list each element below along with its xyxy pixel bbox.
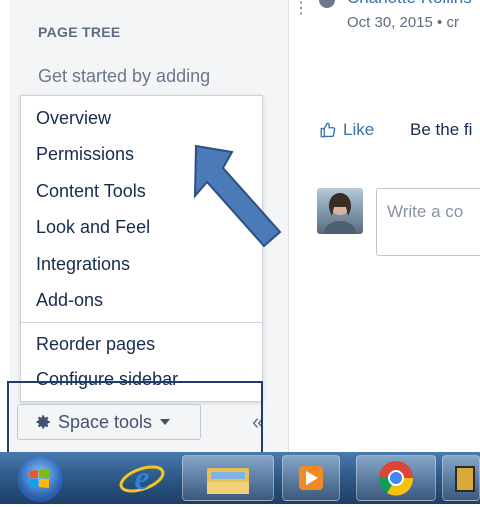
internet-explorer-icon[interactable]: e: [114, 455, 170, 504]
menu-item-integrations[interactable]: Integrations: [36, 254, 130, 275]
chrome-button[interactable]: [356, 455, 436, 501]
media-player-button[interactable]: [282, 455, 340, 501]
content-area: ⋮ Charlotte Rollins Oct 30, 2015 • cr Li…: [289, 0, 480, 452]
svg-text:e: e: [134, 460, 149, 497]
thumbs-up-icon: [320, 122, 336, 138]
menu-item-look-and-feel[interactable]: Look and Feel: [36, 217, 150, 238]
menu-divider: [21, 322, 262, 323]
menu-item-add-ons[interactable]: Add-ons: [36, 290, 103, 311]
menu-item-reorder-pages[interactable]: Reorder pages: [36, 334, 155, 355]
chrome-icon: [378, 461, 414, 496]
author-name[interactable]: Charlotte Rollins: [347, 0, 472, 8]
file-explorer-button[interactable]: [182, 455, 274, 501]
start-icon[interactable]: [17, 456, 63, 502]
menu-item-permissions[interactable]: Permissions: [36, 144, 134, 165]
media-player-icon: [299, 466, 323, 490]
post-date: Oct 30, 2015 • cr: [347, 14, 459, 31]
be-first-text: Be the fi: [410, 120, 473, 139]
user-photo-icon: [323, 193, 357, 234]
window-button[interactable]: [442, 455, 480, 501]
user-avatar: [317, 188, 363, 234]
ie-logo: e: [119, 460, 165, 497]
arrow-annotation: [193, 144, 282, 248]
windows-logo-icon: [30, 469, 49, 488]
more-options-icon[interactable]: ⋮: [293, 0, 309, 18]
author-avatar: [319, 0, 335, 8]
like-button[interactable]: Like: [319, 120, 374, 140]
file-explorer-icon: [207, 468, 249, 494]
menu-item-content-tools[interactable]: Content Tools: [36, 181, 146, 202]
comment-input[interactable]: Write a co: [376, 188, 480, 256]
highlight-box: [7, 381, 263, 458]
arrow-shape: [193, 144, 282, 248]
menu-item-overview[interactable]: Overview: [36, 108, 111, 129]
window-icon: [455, 466, 475, 492]
comment-placeholder: Write a co: [387, 202, 464, 221]
like-label: Like: [343, 120, 375, 139]
get-started-link[interactable]: Get started by adding: [38, 66, 210, 87]
page-tree-title: PAGE TREE: [38, 24, 121, 40]
